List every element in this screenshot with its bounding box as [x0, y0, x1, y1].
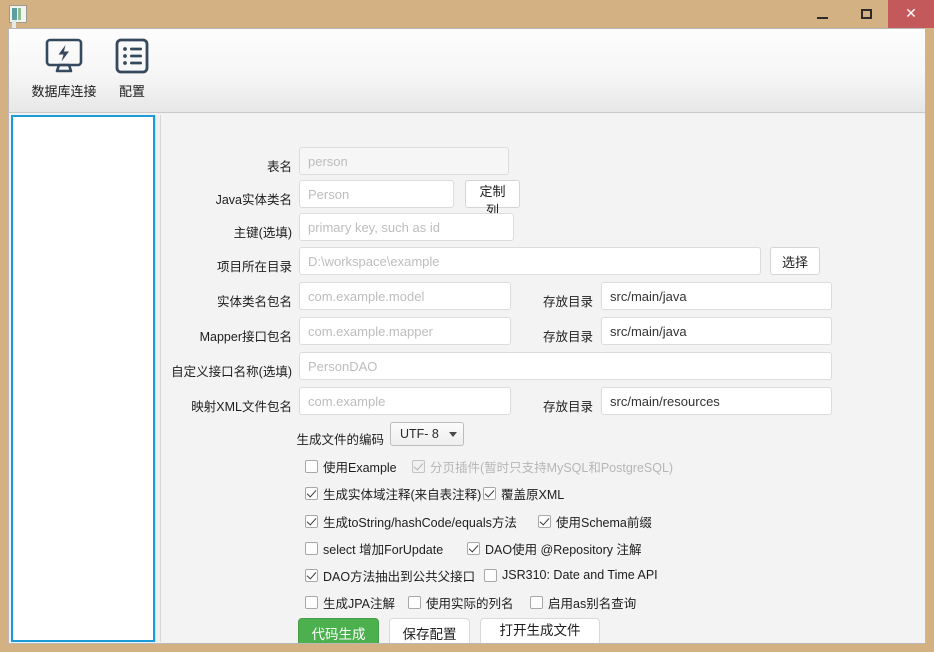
checkbox-box: [305, 487, 318, 500]
toolbar-item-database-connection[interactable]: 数据库连接: [27, 35, 101, 107]
toolbar-item-label: 配置: [119, 81, 145, 100]
app-window-icon: [9, 5, 27, 23]
checkbox-generate-tostring[interactable]: 生成toString/hashCode/equals方法: [305, 511, 517, 531]
checkbox-dao-parent-interface[interactable]: DAO方法抽出到公共父接口: [305, 565, 475, 585]
checkbox-pagination-plugin[interactable]: 分页插件(暂时只支持MySQL和PostgreSQL): [412, 456, 673, 476]
client-area: 数据库连接 配置: [8, 28, 926, 644]
checkbox-dao-repository-annotation[interactable]: DAO使用 @Repository 注解: [467, 538, 641, 558]
checkbox-box: [408, 596, 421, 609]
label-table-name: 表名: [162, 156, 292, 175]
table-name-input[interactable]: [299, 147, 509, 175]
generator-form: 表名 Java实体类名 定制列 主键(选填) 项目所在目录 选择 实体类名包名 …: [162, 115, 925, 644]
file-encoding-value: UTF- 8: [400, 427, 439, 441]
label-project-directory: 项目所在目录: [162, 256, 292, 275]
choose-directory-button[interactable]: 选择: [770, 247, 820, 275]
checkbox-label: 启用as别名查询: [548, 593, 636, 612]
checkbox-label: 使用实际的列名: [426, 593, 514, 612]
entity-output-dir-input[interactable]: [601, 282, 832, 310]
checkbox-jsr310[interactable]: JSR310: Date and Time API: [484, 565, 658, 585]
database-tree-panel[interactable]: [11, 115, 155, 642]
entity-class-name-input[interactable]: [299, 180, 454, 208]
toolbar-item-label: 数据库连接: [31, 81, 96, 100]
custom-column-button[interactable]: 定制列: [465, 180, 520, 208]
mapper-output-dir-input[interactable]: [601, 317, 832, 345]
checkbox-label: select 增加ForUpdate: [323, 539, 443, 558]
window-controls: ✕: [800, 0, 934, 28]
checkbox-label: 使用Example: [323, 457, 397, 476]
minimize-icon: [817, 17, 828, 19]
label-entity-package: 实体类名包名: [162, 291, 292, 310]
toolbar: 数据库连接 配置: [9, 29, 925, 113]
checkbox-label: 覆盖原XML: [501, 484, 564, 503]
close-icon: ✕: [905, 7, 917, 21]
close-button[interactable]: ✕: [888, 0, 934, 28]
checkbox-box: [305, 569, 318, 582]
checkbox-box: [484, 569, 497, 582]
splitter-handle[interactable]: [155, 115, 161, 642]
monitor-lightning-icon: [43, 35, 85, 79]
checkbox-select-for-update[interactable]: select 增加ForUpdate: [305, 538, 443, 558]
checkbox-use-example[interactable]: 使用Example: [305, 456, 397, 476]
label-mapper-package: Mapper接口包名: [162, 326, 292, 345]
xml-output-dir-input[interactable]: [601, 387, 832, 415]
list-settings-icon: [112, 35, 152, 79]
label-primary-key: 主键(选填): [162, 222, 292, 241]
chevron-down-icon: [449, 432, 457, 437]
checkbox-label: 分页插件(暂时只支持MySQL和PostgreSQL): [430, 457, 673, 476]
title-bar: ✕: [0, 0, 934, 28]
label-custom-interface-name: 自定义接口名称(选填): [162, 361, 292, 380]
checkbox-generate-jpa-annotation[interactable]: 生成JPA注解: [305, 592, 395, 612]
checkbox-entity-field-comment[interactable]: 生成实体域注释(来自表注释): [305, 483, 481, 503]
checkbox-box: [538, 515, 551, 528]
checkbox-use-actual-column-name[interactable]: 使用实际的列名: [408, 592, 514, 612]
primary-key-input[interactable]: [299, 213, 514, 241]
checkbox-box: [483, 487, 496, 500]
checkbox-use-schema-prefix[interactable]: 使用Schema前缀: [538, 511, 652, 531]
checkbox-box: [305, 542, 318, 555]
xml-package-input[interactable]: [299, 387, 511, 415]
checkbox-box: [305, 596, 318, 609]
checkbox-label: 生成toString/hashCode/equals方法: [323, 512, 517, 531]
checkbox-label: DAO方法抽出到公共父接口: [323, 566, 475, 585]
entity-package-input[interactable]: [299, 282, 511, 310]
checkbox-overwrite-xml[interactable]: 覆盖原XML: [483, 483, 564, 503]
file-encoding-select[interactable]: UTF- 8: [390, 422, 464, 446]
checkbox-label: 生成实体域注释(来自表注释): [323, 484, 481, 503]
label-file-encoding: 生成文件的编码: [162, 429, 384, 448]
maximize-icon: [861, 9, 872, 19]
toolbar-item-config[interactable]: 配置: [95, 35, 169, 107]
checkbox-enable-as-alias-query[interactable]: 启用as别名查询: [530, 592, 636, 612]
custom-interface-name-input[interactable]: [299, 352, 832, 380]
generate-code-button[interactable]: 代码生成: [298, 618, 379, 644]
label-entity-output-dir: 存放目录: [525, 291, 593, 310]
mapper-package-input[interactable]: [299, 317, 511, 345]
checkbox-label: DAO使用 @Repository 注解: [485, 539, 641, 558]
checkbox-box: [467, 542, 480, 555]
checkbox-box: [530, 596, 543, 609]
label-mapper-output-dir: 存放目录: [525, 326, 593, 345]
open-output-folder-button[interactable]: 打开生成文件夹: [480, 618, 600, 644]
save-config-button[interactable]: 保存配置: [389, 618, 470, 644]
maximize-button[interactable]: [844, 0, 888, 28]
minimize-button[interactable]: [800, 0, 844, 28]
label-xml-output-dir: 存放目录: [525, 396, 593, 415]
checkbox-label: 使用Schema前缀: [556, 512, 652, 531]
checkbox-box: [305, 515, 318, 528]
checkbox-label: 生成JPA注解: [323, 593, 395, 612]
checkbox-label: JSR310: Date and Time API: [502, 568, 658, 582]
checkbox-box: [305, 460, 318, 473]
label-entity-class-name: Java实体类名: [162, 189, 292, 208]
label-xml-package: 映射XML文件包名: [162, 396, 292, 415]
app-window: ✕ 数据库连接: [0, 0, 934, 652]
project-directory-input[interactable]: [299, 247, 761, 275]
checkbox-box: [412, 460, 425, 473]
